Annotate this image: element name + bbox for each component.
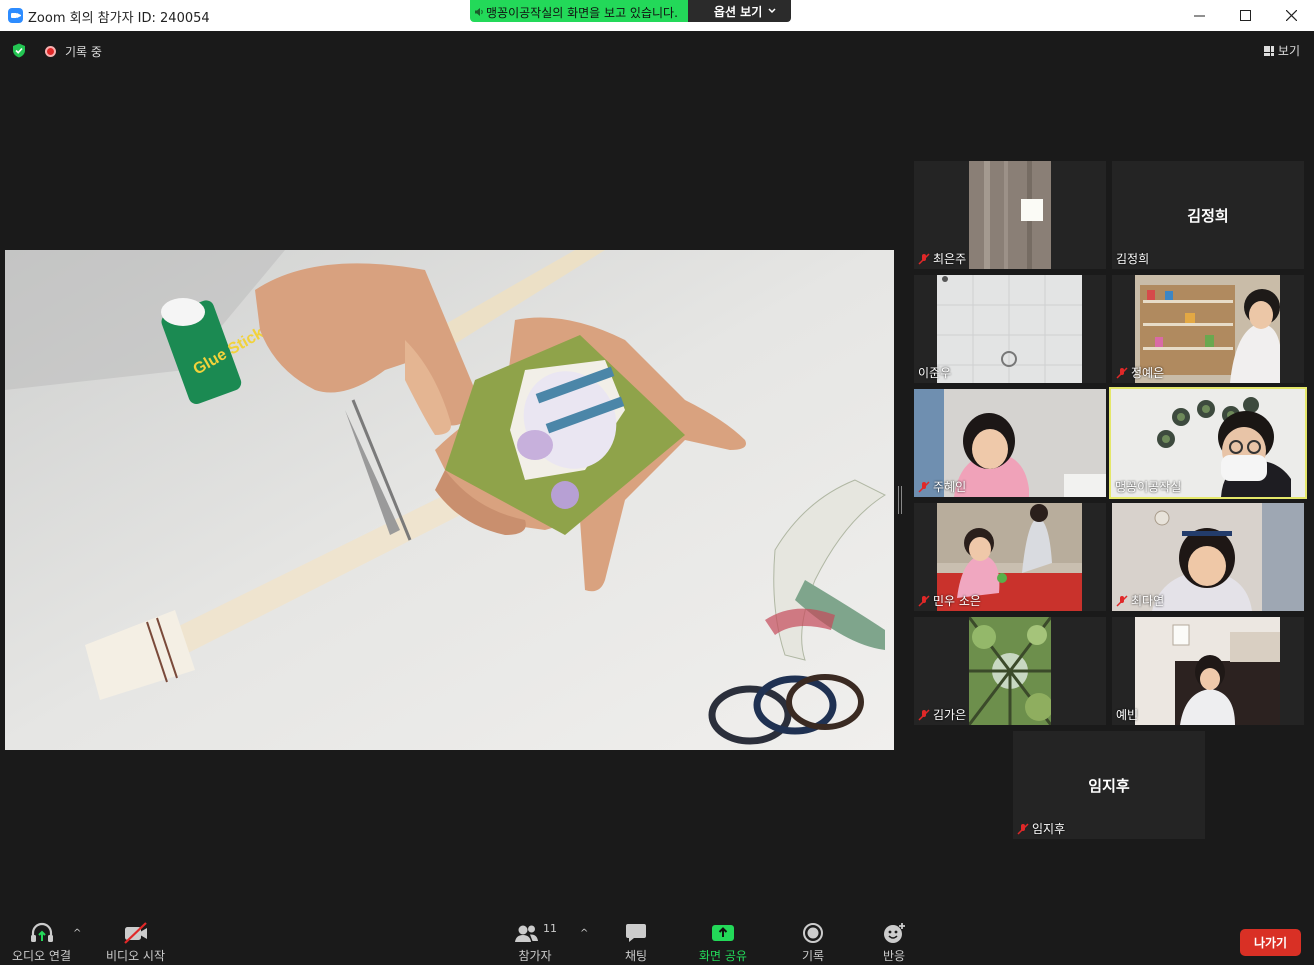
meeting-top-bar: 기록 중 보기	[0, 31, 1314, 71]
participant-tile-active-speaker[interactable]: 맹꽁이공작실	[1109, 387, 1307, 499]
speaker-icon	[475, 8, 483, 16]
minimize-icon	[1193, 15, 1205, 17]
participants-label: 참가자	[518, 949, 552, 963]
share-status-text: 맹꽁이공작실의 화면을 보고 있습니다.	[486, 5, 678, 20]
reactions-smiley-icon	[884, 923, 905, 943]
participant-name: 김정희	[1116, 252, 1150, 266]
chat-button[interactable]: 채팅	[624, 922, 648, 964]
participant-display-name: 김정희	[1187, 207, 1229, 225]
participant-name-tag: 김정희	[1116, 250, 1149, 267]
participant-name: 정예은	[1131, 366, 1165, 380]
participant-name-tag: 이준우	[918, 364, 951, 381]
chat-icon	[626, 924, 646, 942]
reactions-button[interactable]: 반응	[881, 922, 907, 964]
record-label: 기록	[801, 949, 825, 963]
participant-name-tag: 정예은	[1116, 364, 1164, 381]
participant-display-name: 임지후	[1088, 777, 1130, 795]
share-screen-icon	[711, 925, 734, 941]
close-icon	[1285, 10, 1297, 21]
participant-name: 김가은	[933, 708, 967, 722]
close-button[interactable]	[1268, 0, 1314, 31]
muted-mic-icon	[918, 252, 930, 265]
participant-name: 맹꽁이공작실	[1115, 480, 1182, 494]
participant-tile[interactable]: 예빈	[1112, 617, 1304, 725]
participant-video	[937, 275, 1082, 383]
participant-tile[interactable]: 주혜인	[914, 389, 1106, 497]
participant-video	[969, 617, 1051, 725]
share-status: 맹꽁이공작실의 화면을 보고 있습니다.	[470, 0, 688, 22]
leave-meeting-button[interactable]: 나가기	[1240, 929, 1301, 956]
participant-tile[interactable]: 김가은	[914, 617, 1106, 725]
minimize-button[interactable]	[1176, 0, 1222, 31]
share-screen-button[interactable]: 화면 공유	[699, 922, 747, 964]
participant-video	[969, 161, 1051, 269]
participant-name: 최다연	[1131, 594, 1165, 608]
chevron-down-icon	[768, 8, 776, 14]
participants-options-caret-icon[interactable]: ^	[580, 928, 588, 939]
participant-name: 예빈	[1116, 708, 1139, 722]
panel-resize-handle[interactable]	[898, 486, 902, 514]
recording-label: 기록 중	[65, 45, 102, 59]
security-shield-icon[interactable]	[12, 43, 26, 58]
maximize-button[interactable]	[1222, 0, 1268, 31]
muted-mic-icon	[1116, 594, 1128, 607]
video-label: 비디오 시작	[106, 949, 166, 963]
audio-options-caret-icon[interactable]: ^	[73, 928, 81, 939]
muted-mic-icon	[1116, 366, 1128, 379]
participant-tile[interactable]: 최다연	[1112, 503, 1304, 611]
participant-tile[interactable]: 민우 소은	[914, 503, 1106, 611]
participant-name-tag: 최은주	[918, 250, 966, 267]
muted-mic-icon	[1017, 822, 1029, 835]
participant-tile[interactable]: 임지후 임지후	[1013, 731, 1205, 839]
participant-tile[interactable]: 이준우	[914, 275, 1106, 383]
participant-video	[1135, 617, 1280, 725]
maximize-icon	[1239, 10, 1251, 21]
participant-name: 주혜인	[933, 480, 967, 494]
participant-name-tag: 임지후	[1017, 820, 1065, 837]
muted-mic-icon	[918, 480, 930, 493]
chat-label: 채팅	[624, 949, 648, 963]
participant-name-tag: 주혜인	[918, 478, 966, 495]
participants-icon	[515, 925, 538, 942]
zoom-app-icon	[8, 8, 23, 23]
participant-name-tag: 예빈	[1116, 706, 1138, 723]
participants-count: 11	[543, 921, 557, 935]
participant-name-tag: 김가은	[918, 706, 966, 723]
participant-tile[interactable]: 최은주	[914, 161, 1106, 269]
participant-name-tag: 민우 소은	[918, 592, 981, 609]
video-off-icon	[123, 922, 147, 944]
participant-name-tag: 맹꽁이공작실	[1115, 478, 1181, 495]
view-options-label: 옵션 보기	[713, 4, 763, 19]
screen-share-banner: 맹꽁이공작실의 화면을 보고 있습니다. 옵션 보기	[470, 0, 792, 22]
participant-name-tag: 최다연	[1116, 592, 1164, 609]
record-button[interactable]: 기록	[801, 922, 825, 964]
view-button[interactable]: 보기	[1263, 42, 1300, 59]
participants-button[interactable]: 11 참가자	[513, 922, 557, 964]
recording-icon	[45, 46, 56, 57]
grid-view-icon	[1263, 45, 1274, 56]
audio-button[interactable]: 오디오 연결	[12, 922, 71, 964]
shared-video-frame: Glue Stick	[5, 250, 894, 750]
reactions-label: 반응	[882, 949, 906, 963]
window-title: Zoom 회의 참가자 ID: 240054	[28, 11, 210, 26]
video-button[interactable]: 비디오 시작	[106, 922, 165, 964]
participant-tile[interactable]: 정예은	[1112, 275, 1304, 383]
participant-name: 최은주	[933, 252, 967, 266]
view-options-button[interactable]: 옵션 보기	[687, 0, 792, 22]
share-screen-label: 화면 공유	[699, 949, 747, 963]
participant-name: 임지후	[1032, 822, 1066, 836]
muted-mic-icon	[918, 708, 930, 721]
view-label: 보기	[1277, 44, 1300, 58]
participant-tile[interactable]: 김정희 김정희	[1112, 161, 1304, 269]
audio-label: 오디오 연결	[12, 949, 72, 963]
muted-mic-icon	[918, 594, 930, 607]
participant-name: 민우 소은	[933, 594, 981, 608]
shared-screen-video[interactable]: Glue Stick	[5, 250, 894, 750]
record-icon	[803, 923, 823, 943]
meeting-toolbar: 오디오 연결 ^ 비디오 시작 11 참가자 ^ 채팅 화면 공유 기록 반응 …	[0, 918, 1314, 965]
headphones-icon	[30, 922, 53, 942]
participant-name: 이준우	[918, 366, 952, 380]
